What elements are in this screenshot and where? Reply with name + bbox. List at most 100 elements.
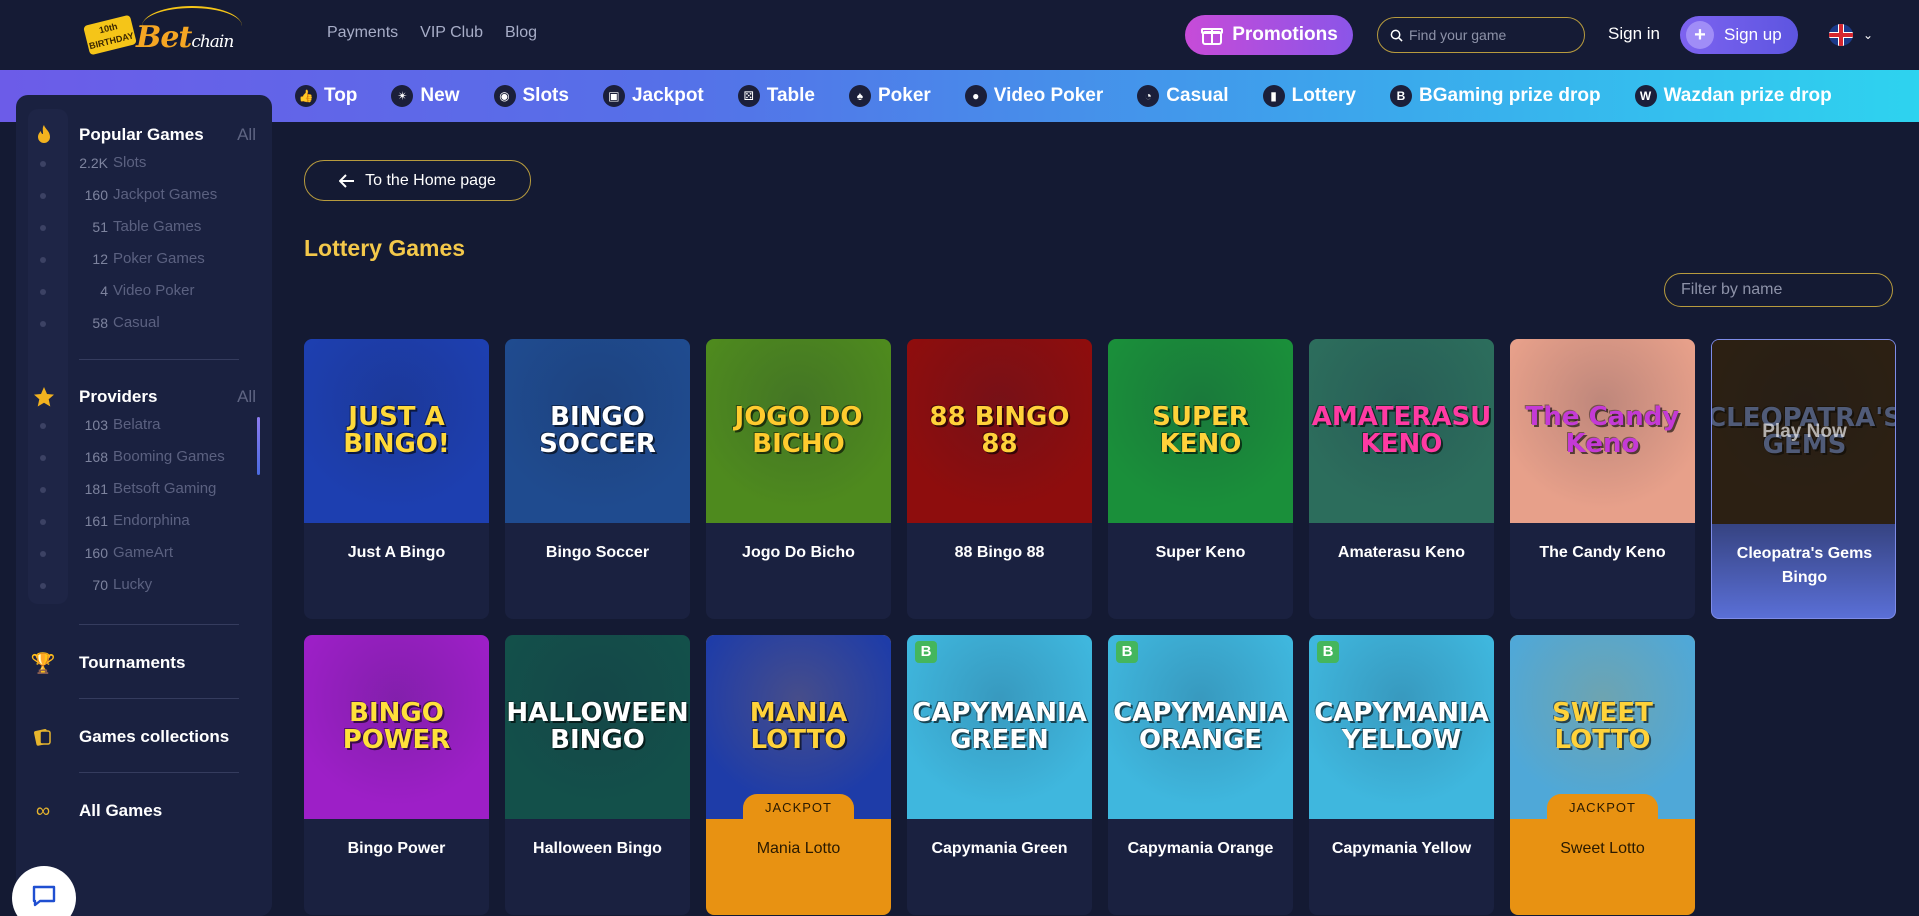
betchain-logo[interactable]: 10th BIRTHDAY Betchain bbox=[82, 6, 242, 64]
game-card[interactable]: JUST A BINGO! Just A Bingo bbox=[304, 339, 489, 619]
sidebar-item-belatra[interactable]: 103 Belatra bbox=[16, 414, 272, 438]
game-art-title: HALLOWEEN BINGO bbox=[506, 697, 689, 755]
sidebar-item-betsoft-gaming[interactable]: 181 Betsoft Gaming bbox=[16, 478, 272, 502]
category-tab-casual[interactable]: ◔ Casual bbox=[1137, 85, 1229, 107]
popular-games-all-link[interactable]: All bbox=[237, 125, 256, 145]
sidebar-item-booming-games[interactable]: 168 Booming Games bbox=[16, 446, 272, 470]
sidebar: Popular Games All 2.2K Slots 160 Jackpot Ga… bbox=[16, 95, 272, 916]
game-card[interactable]: CAPYMANIA ORANGE B Capymania Orange bbox=[1108, 635, 1293, 915]
uk-flag-icon bbox=[1829, 24, 1853, 46]
category-tab-new[interactable]: ✴ New bbox=[391, 85, 460, 107]
provider-b-badge-icon: B bbox=[1317, 641, 1339, 663]
game-card[interactable]: The Candy Keno The Candy Keno bbox=[1510, 339, 1695, 619]
bullet-dot bbox=[40, 519, 46, 525]
game-art-title: JUST A BINGO! bbox=[343, 401, 450, 459]
category-tab-wazdan-prize-drop[interactable]: W Wazdan prize drop bbox=[1634, 85, 1832, 107]
game-thumbnail[interactable]: SWEET LOTTO bbox=[1510, 635, 1695, 819]
filter-box[interactable] bbox=[1664, 273, 1893, 307]
sidebar-item-jackpot-games[interactable]: 160 Jackpot Games bbox=[16, 184, 272, 208]
game-name: Cleopatra's Gems Bingo bbox=[1736, 545, 1873, 586]
game-thumbnail[interactable]: JOGO DO BICHO bbox=[706, 339, 891, 523]
bullet-dot bbox=[40, 423, 46, 429]
game-thumbnail[interactable]: MANIA LOTTO bbox=[706, 635, 891, 819]
sidebar-link-tournaments[interactable]: 🏆 Tournaments bbox=[16, 648, 272, 678]
game-card[interactable]: CLEOPATRA'S GEMSPlay NowCleopatra's Gems… bbox=[1711, 339, 1896, 619]
game-card[interactable]: AMATERASU KENO Amaterasu Keno bbox=[1309, 339, 1494, 619]
star-icon bbox=[34, 387, 54, 407]
sidebar-item-video-poker[interactable]: 4 Video Poker bbox=[16, 280, 272, 304]
promotions-button[interactable]: Promotions bbox=[1185, 15, 1353, 55]
game-art-title: MANIA LOTTO bbox=[749, 697, 848, 755]
sidebar-link-games-collections[interactable]: Games collections bbox=[16, 722, 272, 752]
game-card[interactable]: CAPYMANIA GREEN B Capymania Green bbox=[907, 635, 1092, 915]
play-now-overlay[interactable]: Play Now bbox=[1712, 340, 1895, 524]
sidebar-item-count: 161 bbox=[84, 513, 108, 529]
nav-link-vip-club[interactable]: VIP Club bbox=[420, 24, 483, 42]
sidebar-item-table-games[interactable]: 51 Table Games bbox=[16, 216, 272, 240]
providers-header[interactable]: Providers All bbox=[16, 382, 272, 412]
sign-in-link[interactable]: Sign in bbox=[1608, 24, 1660, 44]
sidebar-link-all-games[interactable]: ∞ All Games bbox=[16, 796, 272, 826]
category-tab-jackpot[interactable]: ▣ Jackpot bbox=[602, 85, 704, 107]
search-input[interactable] bbox=[1409, 27, 1579, 43]
game-thumbnail[interactable]: 88 BINGO 88 bbox=[907, 339, 1092, 523]
category-tab-top[interactable]: 👍 Top bbox=[295, 85, 357, 107]
sidebar-item-count: 51 bbox=[92, 219, 108, 235]
category-tab-video-poker[interactable]: ● Video Poker bbox=[964, 85, 1103, 107]
game-card[interactable]: 88 BINGO 88 88 Bingo 88 bbox=[907, 339, 1092, 619]
game-card[interactable]: BINGO POWER Bingo Power bbox=[304, 635, 489, 915]
trophy-icon: 🏆 bbox=[30, 652, 56, 675]
sidebar-item-casual[interactable]: 58 Casual bbox=[16, 312, 272, 336]
sidebar-item-label: Casual bbox=[113, 314, 160, 331]
category-tab-table[interactable]: ⚄ Table bbox=[737, 85, 815, 107]
filter-input[interactable] bbox=[1681, 281, 1881, 299]
popular-games-title: Popular Games bbox=[79, 125, 204, 144]
game-thumbnail[interactable]: SUPER KENO bbox=[1108, 339, 1293, 523]
provider-b-badge-icon: B bbox=[915, 641, 937, 663]
sidebar-item-lucky[interactable]: 70 Lucky bbox=[16, 574, 272, 598]
logo-text: Betchain bbox=[136, 20, 234, 55]
home-page-button[interactable]: To the Home page bbox=[304, 160, 531, 201]
game-thumbnail[interactable]: BINGO POWER bbox=[304, 635, 489, 819]
game-thumbnail[interactable]: HALLOWEEN BINGO bbox=[505, 635, 690, 819]
category-tab-bgaming-prize-drop[interactable]: B BGaming prize drop bbox=[1390, 85, 1601, 107]
game-thumbnail[interactable]: BINGO SOCCER bbox=[505, 339, 690, 523]
category-tab-lottery[interactable]: ▮ Lottery bbox=[1262, 85, 1356, 107]
flame-icon bbox=[38, 125, 50, 143]
sidebar-divider bbox=[79, 359, 239, 360]
sign-up-button[interactable]: + Sign up bbox=[1680, 16, 1798, 54]
game-card[interactable]: CAPYMANIA YELLOW B Capymania Yellow bbox=[1309, 635, 1494, 915]
sidebar-item-endorphina[interactable]: 161 Endorphina bbox=[16, 510, 272, 534]
game-name: Just A Bingo bbox=[347, 544, 446, 561]
category-tab-poker[interactable]: ♠ Poker bbox=[848, 85, 931, 107]
game-card[interactable]: MANIA LOTTO JACKPOT Mania Lotto bbox=[706, 635, 891, 915]
nav-link-blog[interactable]: Blog bbox=[505, 24, 537, 42]
providers-all-link[interactable]: All bbox=[237, 387, 256, 407]
sidebar-item-count: 160 bbox=[84, 545, 108, 561]
sidebar-item-poker-games[interactable]: 12 Poker Games bbox=[16, 248, 272, 272]
sidebar-item-slots[interactable]: 2.2K Slots bbox=[16, 152, 272, 176]
nav-link-payments[interactable]: Payments bbox=[327, 24, 398, 42]
game-card[interactable]: SUPER KENO Super Keno bbox=[1108, 339, 1293, 619]
game-thumbnail[interactable]: The Candy Keno bbox=[1510, 339, 1695, 523]
bullet-dot bbox=[40, 551, 46, 557]
game-art-title: CAPYMANIA GREEN bbox=[912, 697, 1087, 755]
game-card[interactable]: BINGO SOCCER Bingo Soccer bbox=[505, 339, 690, 619]
category-tab-label: Table bbox=[766, 85, 815, 106]
sidebar-link-label: Games collections bbox=[79, 727, 230, 746]
category-tab-slots[interactable]: ◉ Slots bbox=[493, 85, 569, 107]
search-box[interactable] bbox=[1377, 17, 1585, 53]
providers-scrollbar[interactable] bbox=[257, 417, 260, 475]
game-thumbnail[interactable]: AMATERASU KENO bbox=[1309, 339, 1494, 523]
game-thumbnail[interactable]: JUST A BINGO! bbox=[304, 339, 489, 523]
language-selector[interactable]: ⌄ bbox=[1829, 24, 1873, 46]
game-card[interactable]: SWEET LOTTO JACKPOT Sweet Lotto bbox=[1510, 635, 1695, 915]
game-name: Jogo Do Bicho bbox=[742, 544, 855, 561]
game-card[interactable]: HALLOWEEN BINGO Halloween Bingo bbox=[505, 635, 690, 915]
popular-games-header[interactable]: Popular Games All bbox=[16, 120, 272, 150]
sidebar-item-gameart[interactable]: 160 GameArt bbox=[16, 542, 272, 566]
bullet-dot bbox=[40, 455, 46, 461]
game-art-title: SWEET LOTTO bbox=[1552, 697, 1653, 755]
game-card[interactable]: JOGO DO BICHO Jogo Do Bicho bbox=[706, 339, 891, 619]
casual-icon: ◔ bbox=[1137, 85, 1160, 107]
